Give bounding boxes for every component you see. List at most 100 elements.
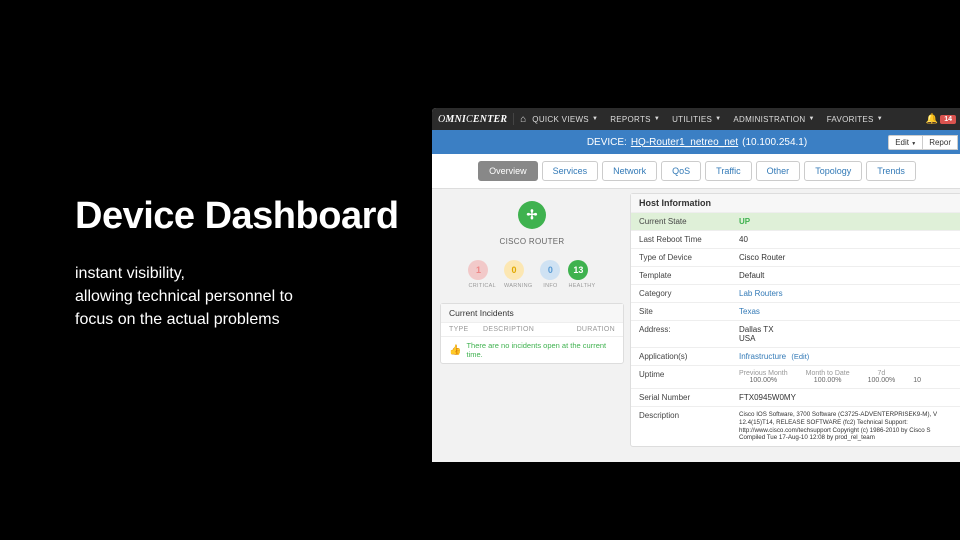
value-description: Cisco IOS Software, 3700 Software (C3725…	[733, 407, 960, 446]
slide-line-3: focus on the actual problems	[75, 308, 399, 331]
value-last-reboot: 40	[733, 231, 960, 248]
bell-icon: 🔔	[926, 114, 938, 125]
tabs-bar: Overview Services Network QoS Traffic Ot…	[432, 154, 960, 189]
status-info-label: INFO	[540, 283, 560, 289]
value-uptime: Previous Month100.00% Month to Date100.0…	[733, 366, 960, 388]
incidents-title: Current Incidents	[441, 304, 623, 323]
edit-button[interactable]: Edit ▼	[888, 135, 923, 150]
label-site: Site	[631, 303, 733, 320]
status-critical-label: CRITICAL	[468, 283, 495, 289]
thumbs-up-icon: 👍	[449, 345, 461, 356]
slide-line-1: instant visibility,	[75, 262, 399, 285]
chevron-down-icon: ▼	[877, 116, 883, 122]
status-warning[interactable]: 0 WARNING	[504, 260, 532, 289]
tab-other[interactable]: Other	[756, 161, 801, 181]
home-icon[interactable]: ⌂	[520, 114, 526, 125]
alert-count-badge: 14	[940, 115, 956, 124]
col-description: DESCRIPTION	[483, 326, 565, 333]
status-critical[interactable]: 1 CRITICAL	[468, 260, 495, 289]
col-duration: DURATION	[565, 326, 615, 333]
value-category-link[interactable]: Lab Routers	[733, 285, 960, 302]
label-last-reboot: Last Reboot Time	[631, 231, 733, 248]
applications-edit-link[interactable]: (Edit)	[791, 352, 809, 361]
tab-network[interactable]: Network	[602, 161, 657, 181]
device-icon-block: ✢ CISCO ROUTER	[440, 201, 624, 246]
applications-link[interactable]: Infrastructure	[739, 352, 786, 361]
label-address: Address:	[631, 321, 733, 347]
tab-trends[interactable]: Trends	[866, 161, 916, 181]
nav-reports[interactable]: REPORTS▼	[610, 115, 660, 124]
row-last-reboot: Last Reboot Time 40	[631, 231, 960, 249]
nav-utilities[interactable]: UTILITIES▼	[672, 115, 721, 124]
current-incidents-panel: Current Incidents TYPE DESCRIPTION DURAT…	[440, 303, 624, 364]
device-ip: (10.100.254.1)	[742, 137, 807, 148]
status-warning-label: WARNING	[504, 283, 532, 289]
chevron-down-icon: ▼	[592, 116, 598, 122]
device-label: DEVICE:	[587, 137, 627, 148]
chevron-down-icon: ▼	[911, 141, 916, 147]
row-address: Address: Dallas TX USA	[631, 321, 960, 348]
report-button[interactable]: Repor	[923, 135, 958, 150]
row-serial: Serial Number FTX0945W0MY	[631, 389, 960, 407]
top-nav-bar: OMNICENTER ⌂ QUICK VIEWS▼ REPORTS▼ UTILI…	[432, 108, 960, 130]
value-template: Default	[733, 267, 960, 284]
nav-administration[interactable]: ADMINISTRATION▼	[733, 115, 814, 124]
tab-qos[interactable]: QoS	[661, 161, 701, 181]
slide-line-2: allowing technical personnel to	[75, 285, 399, 308]
slide-title: Device Dashboard	[75, 195, 399, 238]
incidents-header-row: TYPE DESCRIPTION DURATION	[441, 323, 623, 337]
row-type: Type of Device Cisco Router	[631, 249, 960, 267]
status-healthy-label: HEALTHY	[568, 283, 595, 289]
row-category: Category Lab Routers	[631, 285, 960, 303]
device-title-bar: DEVICE: HQ-Router1_netreo_net (10.100.25…	[432, 130, 960, 154]
chevron-down-icon: ▼	[808, 116, 814, 122]
label-category: Category	[631, 285, 733, 302]
right-column: Host Information Current State UP Last R…	[630, 189, 960, 462]
device-type-label: CISCO ROUTER	[440, 237, 624, 246]
value-address: Dallas TX USA	[733, 321, 960, 347]
label-serial: Serial Number	[631, 389, 733, 406]
alerts-button[interactable]: 🔔 14	[926, 114, 956, 125]
row-uptime: Uptime Previous Month100.00% Month to Da…	[631, 366, 960, 389]
status-info[interactable]: 0 INFO	[540, 260, 560, 289]
device-name-link[interactable]: HQ-Router1_netreo_net	[631, 137, 738, 148]
value-site-link[interactable]: Texas	[733, 303, 960, 320]
tab-overview[interactable]: Overview	[478, 161, 538, 181]
nav-favorites[interactable]: FAVORITES▼	[827, 115, 883, 124]
left-column: ✢ CISCO ROUTER 1 CRITICAL 0 WARNING 0 IN…	[432, 189, 630, 462]
chevron-down-icon: ▼	[715, 116, 721, 122]
value-current-state: UP	[733, 213, 960, 230]
brand-logo: OMNICENTER	[438, 114, 507, 125]
row-description: Description Cisco IOS Software, 3700 Sof…	[631, 407, 960, 446]
slide-text-block: Device Dashboard instant visibility, all…	[75, 195, 399, 332]
host-info-title: Host Information	[631, 194, 960, 213]
incidents-empty-text: There are no incidents open at the curre…	[466, 341, 615, 359]
status-info-count: 0	[540, 260, 560, 280]
tab-traffic[interactable]: Traffic	[705, 161, 752, 181]
value-serial: FTX0945W0MY	[733, 389, 960, 406]
main-content: ✢ CISCO ROUTER 1 CRITICAL 0 WARNING 0 IN…	[432, 189, 960, 462]
status-healthy-count: 13	[568, 260, 588, 280]
status-critical-count: 1	[468, 260, 488, 280]
incidents-empty-row: 👍 There are no incidents open at the cur…	[441, 337, 623, 363]
row-site: Site Texas	[631, 303, 960, 321]
label-description: Description	[631, 407, 733, 446]
divider	[513, 113, 514, 125]
label-template: Template	[631, 267, 733, 284]
slide-body: instant visibility, allowing technical p…	[75, 262, 399, 332]
row-current-state: Current State UP	[631, 213, 960, 231]
tab-services[interactable]: Services	[542, 161, 599, 181]
status-healthy[interactable]: 13 HEALTHY	[568, 260, 595, 289]
chevron-down-icon: ▼	[654, 116, 660, 122]
app-window: OMNICENTER ⌂ QUICK VIEWS▼ REPORTS▼ UTILI…	[432, 108, 960, 462]
label-uptime: Uptime	[631, 366, 733, 388]
label-type: Type of Device	[631, 249, 733, 266]
status-warning-count: 0	[504, 260, 524, 280]
label-applications: Application(s)	[631, 348, 733, 365]
row-applications: Application(s) Infrastructure (Edit)	[631, 348, 960, 366]
status-summary: 1 CRITICAL 0 WARNING 0 INFO 13 HEALTHY	[440, 260, 624, 289]
host-info-card: Host Information Current State UP Last R…	[630, 193, 960, 447]
nav-quick-views[interactable]: QUICK VIEWS▼	[532, 115, 598, 124]
tab-topology[interactable]: Topology	[804, 161, 862, 181]
value-applications: Infrastructure (Edit)	[733, 348, 960, 365]
